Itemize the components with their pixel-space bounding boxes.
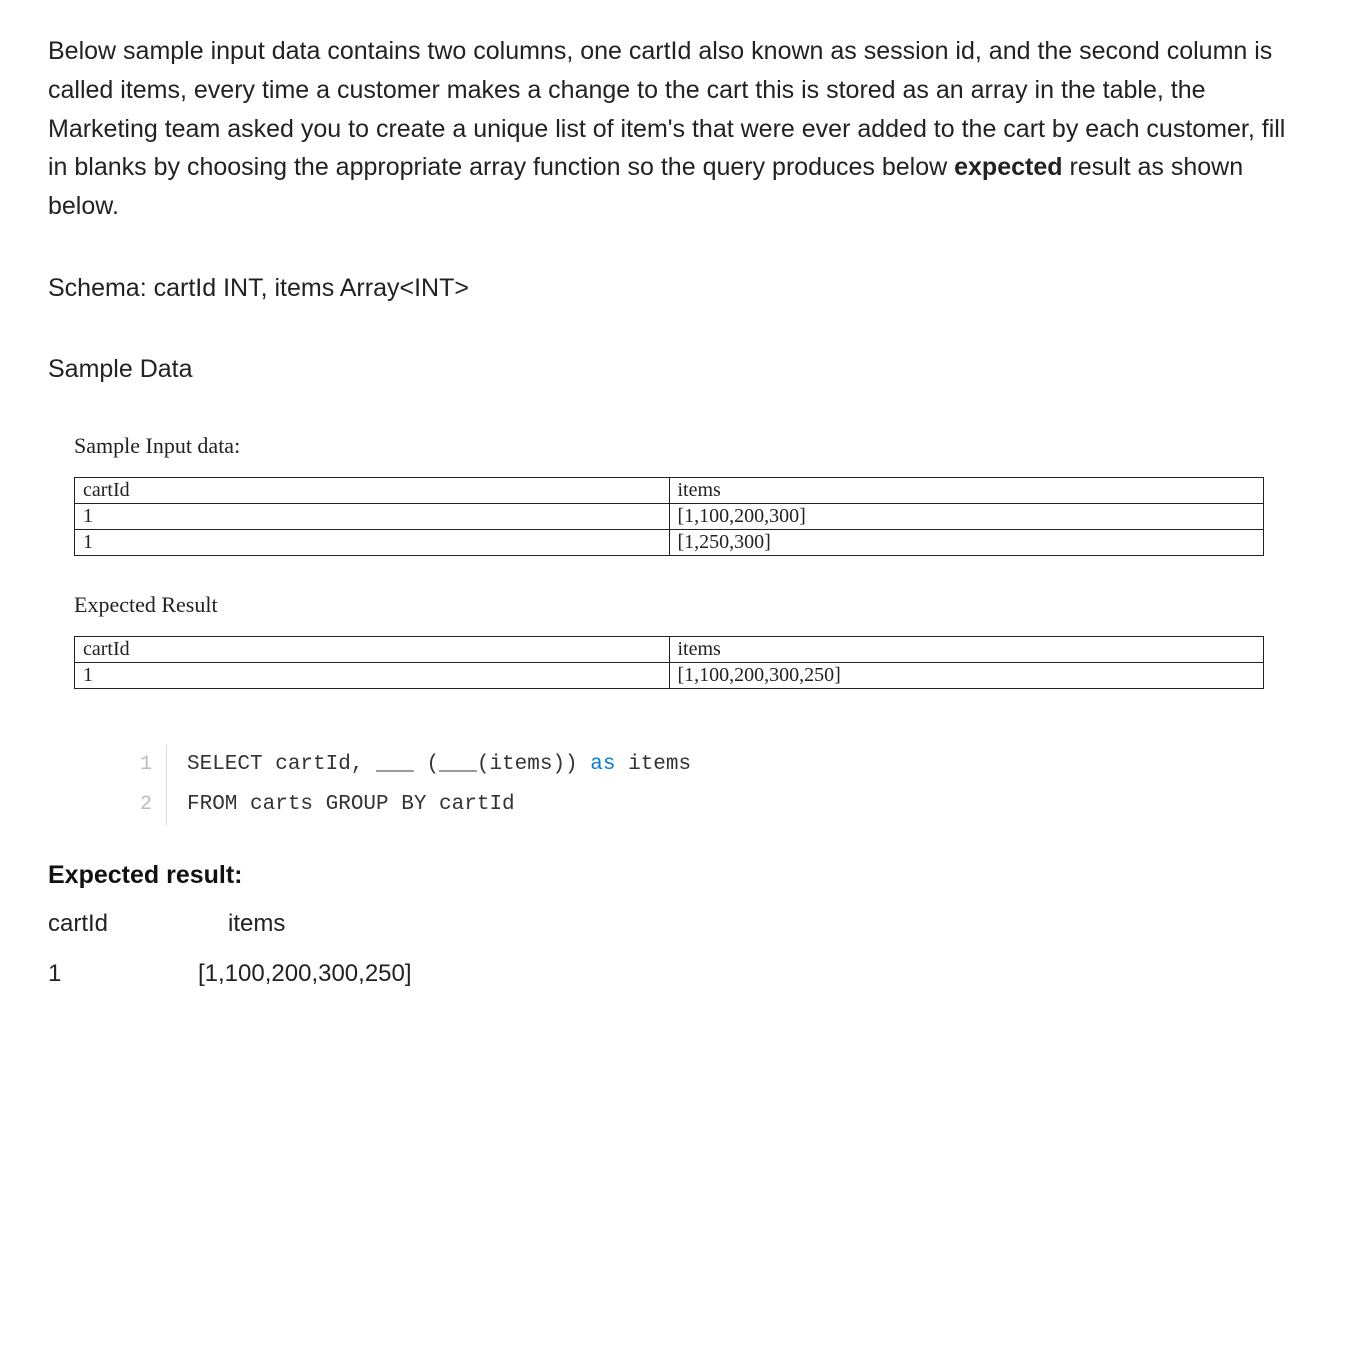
table-cell: [1,100,200,300,250] <box>669 662 1264 688</box>
code-block: 1 SELECT cartId, ___ (___(items)) as ite… <box>122 745 1308 825</box>
table-header-row: cartId items <box>75 636 1264 662</box>
table-header-items: items <box>669 477 1264 503</box>
intro-text-bold: expected <box>954 153 1062 181</box>
table-header-items: items <box>669 636 1264 662</box>
gutter-bar <box>166 785 167 825</box>
sample-data-heading: Sample Data <box>48 351 1308 389</box>
line-number: 1 <box>122 746 152 784</box>
bottom-expected-heading: Expected result: <box>48 861 1308 890</box>
expected-result-label: Expected Result <box>74 592 1308 618</box>
result-data-row: 1 [1,100,200,300,250] <box>48 960 1308 988</box>
intro-paragraph: Below sample input data contains two col… <box>48 32 1308 226</box>
table-header-row: cartId items <box>75 477 1264 503</box>
table-row: 1 [1,100,200,300] <box>75 503 1264 529</box>
result-value-items: [1,100,200,300,250] <box>198 960 412 988</box>
table-header-cartid: cartId <box>75 477 670 503</box>
keyword-as: as <box>590 753 615 776</box>
expected-result-table: cartId items 1 [1,100,200,300,250] <box>74 636 1264 689</box>
table-cell: 1 <box>75 529 670 555</box>
code-text: FROM carts GROUP BY cartId <box>187 785 515 825</box>
table-cell: 1 <box>75 662 670 688</box>
code-fragment: SELECT cartId, ___ (___(items)) <box>187 753 590 776</box>
table-cell: 1 <box>75 503 670 529</box>
result-value-cartid: 1 <box>48 960 198 988</box>
table-header-cartid: cartId <box>75 636 670 662</box>
table-row: 1 [1,100,200,300,250] <box>75 662 1264 688</box>
gutter-bar <box>166 745 167 785</box>
code-text: SELECT cartId, ___ (___(items)) as items <box>187 745 691 785</box>
page-root: Below sample input data contains two col… <box>0 0 1356 1036</box>
line-number: 2 <box>122 786 152 824</box>
table-row: 1 [1,250,300] <box>75 529 1264 555</box>
sample-input-label: Sample Input data: <box>74 433 1308 459</box>
table-cell: [1,100,200,300] <box>669 503 1264 529</box>
code-line-2: 2 FROM carts GROUP BY cartId <box>122 785 1308 825</box>
result-header-items: items <box>228 910 285 938</box>
result-header-row: cartId items <box>48 910 1308 938</box>
table-cell: [1,250,300] <box>669 529 1264 555</box>
sample-section: Sample Input data: cartId items 1 [1,100… <box>74 433 1308 825</box>
result-header-cartid: cartId <box>48 910 228 938</box>
schema-line: Schema: cartId INT, items Array<INT> <box>48 270 1308 308</box>
code-fragment: items <box>615 753 691 776</box>
code-line-1: 1 SELECT cartId, ___ (___(items)) as ite… <box>122 745 1308 785</box>
sample-input-table: cartId items 1 [1,100,200,300] 1 [1,250,… <box>74 477 1264 556</box>
